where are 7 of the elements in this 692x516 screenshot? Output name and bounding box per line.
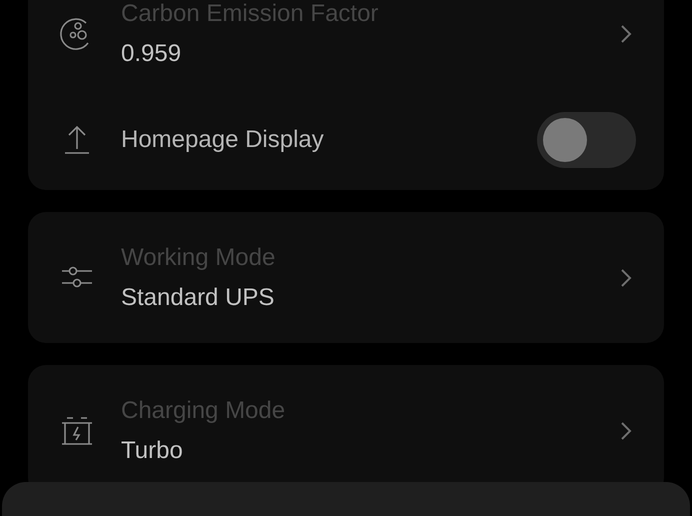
chevron-right-icon[interactable] [620,24,632,44]
setting-value: Turbo [121,436,184,466]
setting-label: Homepage Display [121,126,325,154]
setting-value: 0.959 [121,39,182,69]
chevron-right-icon[interactable] [620,420,632,440]
setting-value: Standard UPS [121,282,276,312]
chevron-right-icon[interactable] [620,268,632,288]
